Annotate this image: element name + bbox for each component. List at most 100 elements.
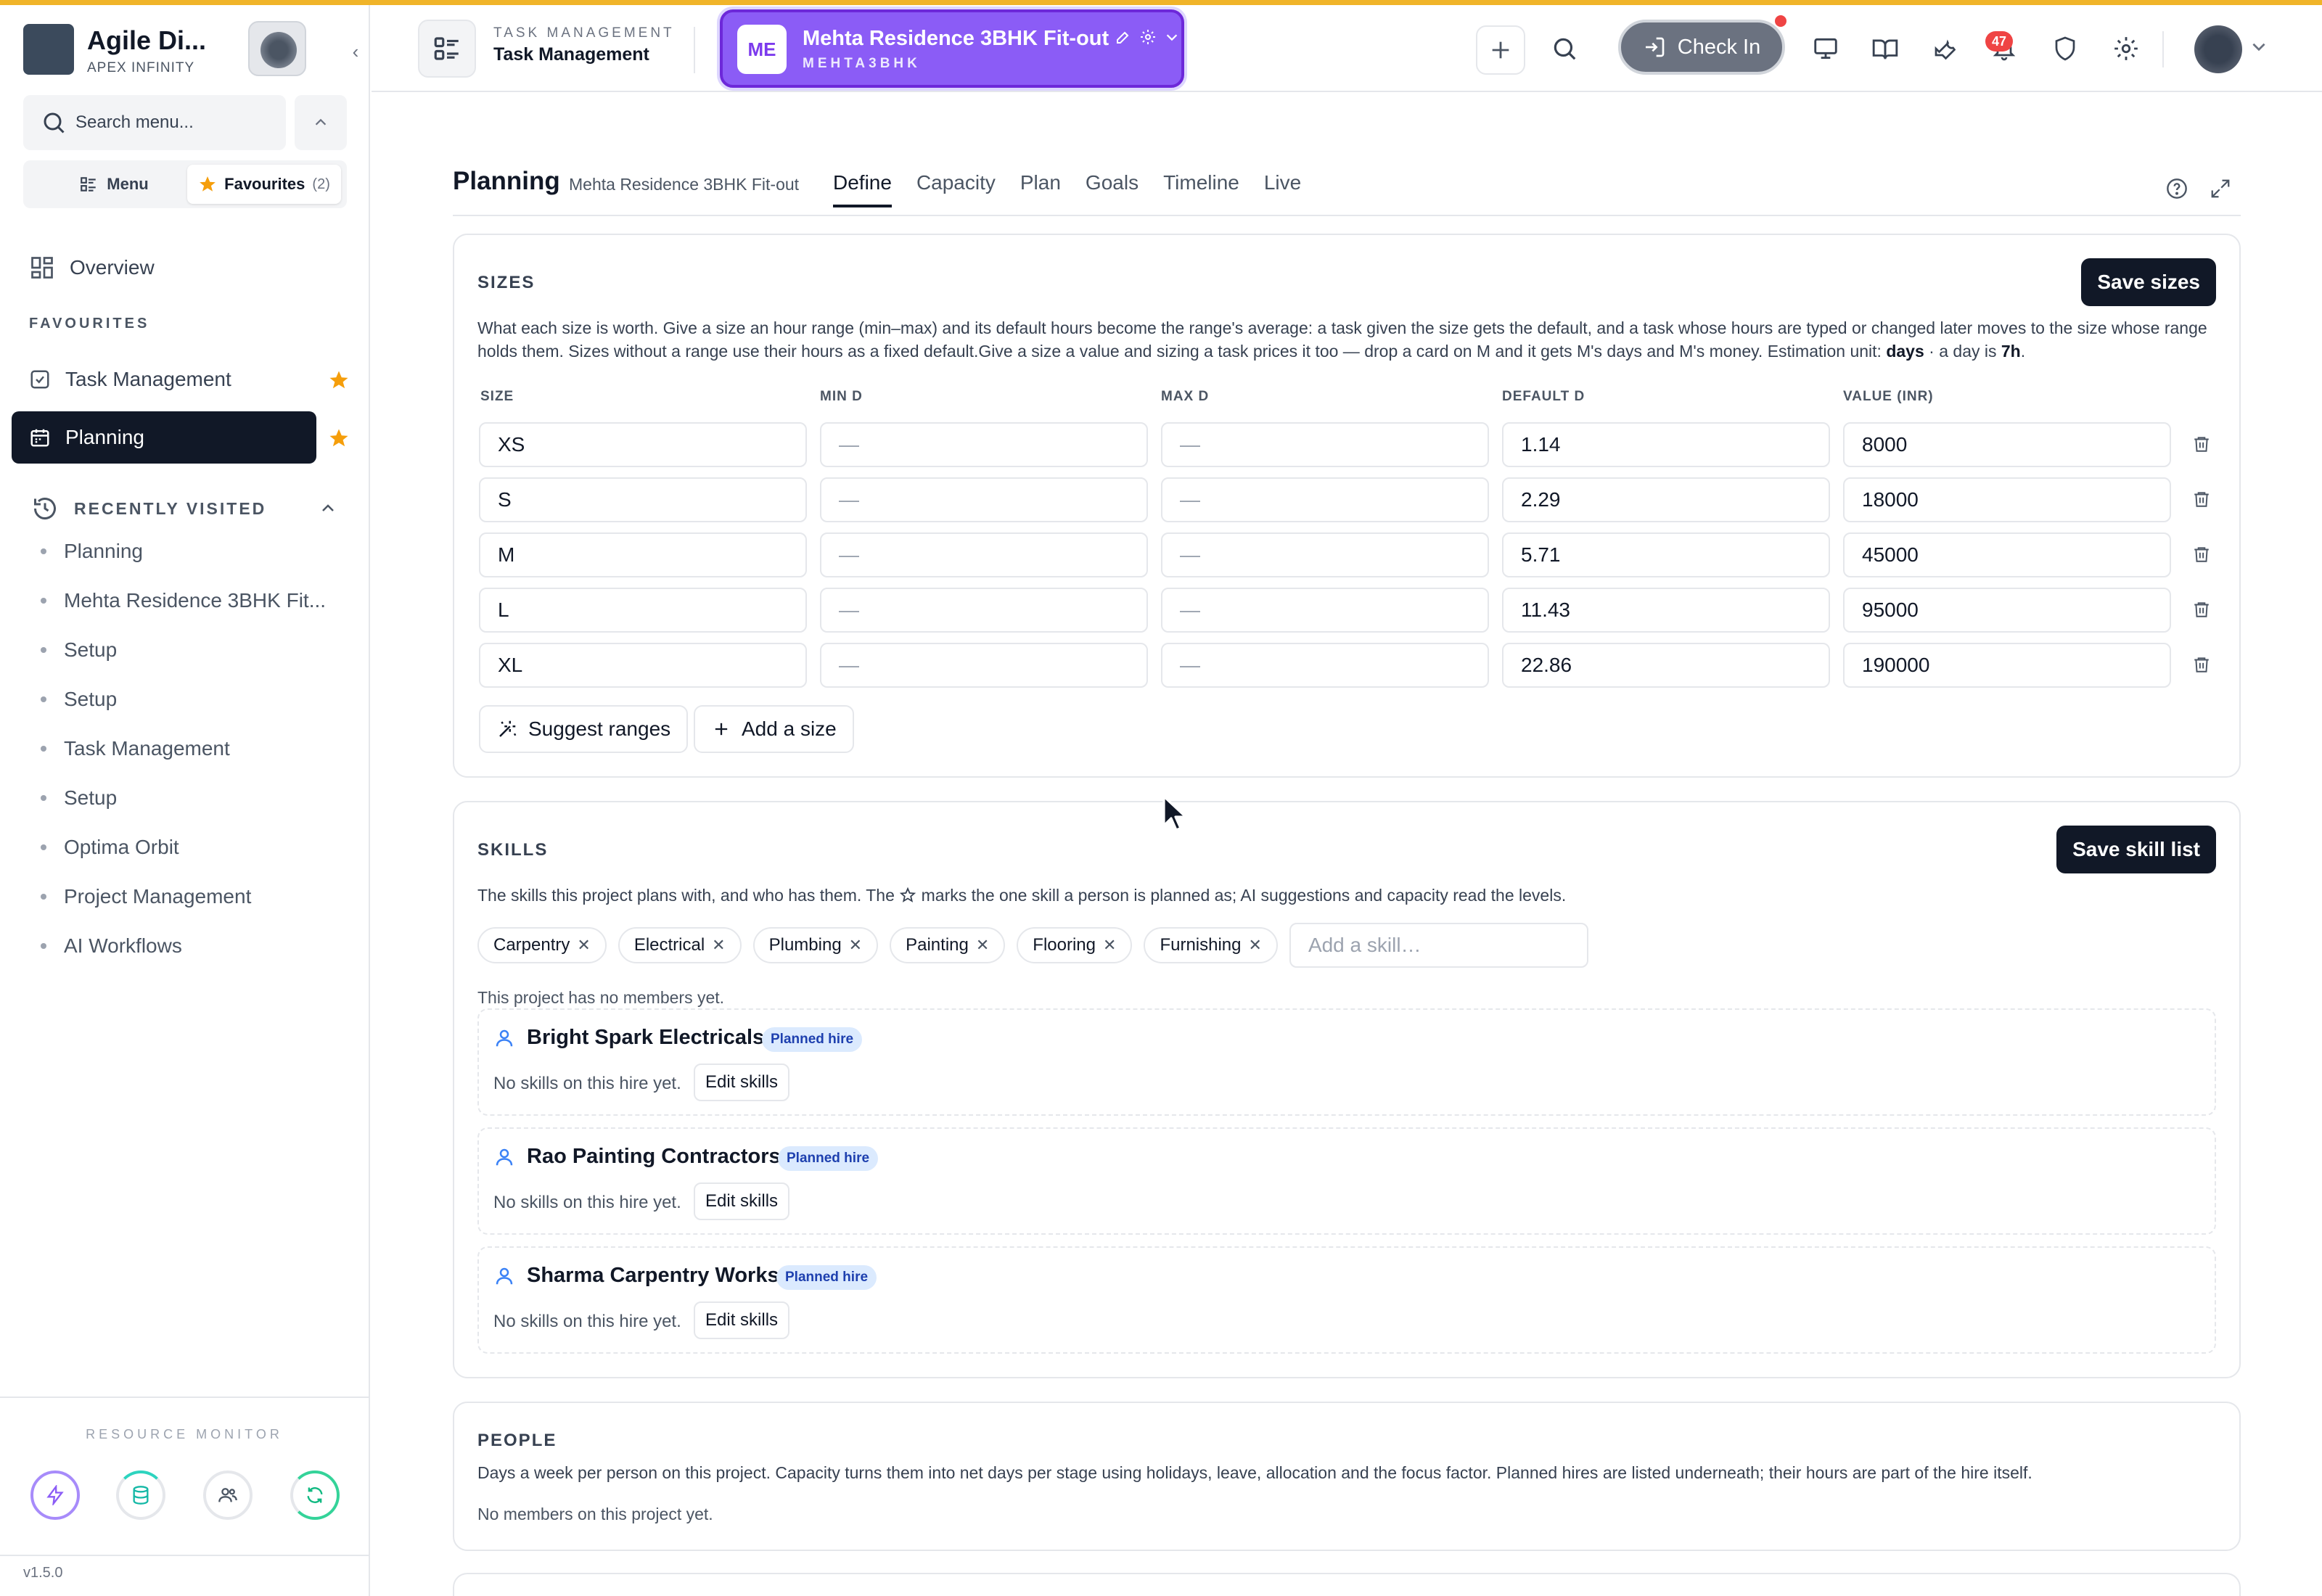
sidebar-item-task-management[interactable]: Task Management [12,353,316,406]
favourite-star-icon[interactable] [328,427,350,449]
sidebar-search-input[interactable] [75,108,271,137]
recent-item[interactable]: Project Management [41,879,338,915]
size-value-input[interactable] [1843,532,2171,577]
tools-button[interactable] [1923,27,1966,70]
create-button[interactable] [1476,25,1525,75]
tab-live[interactable]: Live [1264,171,1301,207]
notification-count-badge: 47 [1985,31,2013,52]
save-skill-list-button[interactable]: Save skill list [2056,826,2216,873]
size-default-input[interactable] [1502,588,1830,633]
delete-size-button[interactable] [2187,485,2216,514]
delete-size-button[interactable] [2187,595,2216,624]
size-default-input[interactable] [1502,532,1830,577]
size-value-input[interactable] [1843,643,2171,688]
edit-skills-button[interactable]: Edit skills [694,1064,790,1101]
edit-skills-button[interactable]: Edit skills [694,1182,790,1220]
app-switcher-button[interactable] [418,20,476,78]
remove-skill-icon[interactable]: ✕ [577,936,590,955]
recent-item[interactable]: Planning [41,533,338,569]
chevron-down-icon[interactable] [1164,29,1180,45]
size-name-input[interactable] [479,422,807,467]
size-min-input[interactable] [820,643,1148,688]
user-avatar[interactable] [2194,25,2242,73]
recent-item[interactable]: Optima Orbit [41,829,338,865]
tab-goals[interactable]: Goals [1086,171,1139,207]
tab-menu[interactable]: Menu [29,165,199,204]
tab-favourites[interactable]: Favourites (2) [187,165,341,204]
user-menu-chevron[interactable] [2249,37,2268,61]
recent-item[interactable]: Setup [41,780,338,816]
brand[interactable]: Agile Di... APEX INFINITY ‹ [23,21,358,79]
tab-define[interactable]: Define [833,171,892,207]
sync-monitor[interactable] [290,1470,340,1520]
workspace-avatar[interactable] [248,21,306,76]
collapse-sidebar-button[interactable]: ‹ [342,38,369,65]
check-in-button[interactable]: Check In [1618,20,1785,75]
no-members-text: No members on this project yet. [477,1505,713,1523]
edit-skills-button[interactable]: Edit skills [694,1301,790,1339]
favourite-star-icon[interactable] [328,369,350,391]
size-value-input[interactable] [1843,422,2171,467]
size-max-input[interactable] [1161,532,1489,577]
refresh-icon [307,1487,323,1503]
skill-chip: Electrical ✕ [618,927,742,963]
recent-item[interactable]: AI Workflows [41,928,338,964]
size-min-input[interactable] [820,422,1148,467]
expand-button[interactable] [2206,174,2235,203]
sidebar-item-planning[interactable]: Planning [12,411,316,464]
size-max-input[interactable] [1161,643,1489,688]
docs-button[interactable] [1863,27,1907,70]
size-name-input[interactable] [479,532,807,577]
cpu-monitor[interactable] [30,1470,80,1520]
add-size-button[interactable]: Add a size [694,705,854,753]
security-button[interactable] [2043,27,2087,70]
remove-skill-icon[interactable]: ✕ [712,936,725,955]
remove-skill-icon[interactable]: ✕ [1249,936,1262,955]
book-open-icon [1872,39,1898,59]
size-value-input[interactable] [1843,477,2171,522]
search-collapse-button[interactable] [295,95,347,150]
add-skill-input[interactable] [1289,923,1588,968]
database-monitor[interactable] [116,1470,165,1520]
delete-size-button[interactable] [2187,429,2216,458]
recent-item[interactable]: Mehta Residence 3BHK Fit... [41,583,338,619]
size-max-input[interactable] [1161,422,1489,467]
size-default-input[interactable] [1502,643,1830,688]
size-name-input[interactable] [479,477,807,522]
sidebar: Agile Di... APEX INFINITY ‹ Menu Favouri… [0,5,370,1596]
size-max-input[interactable] [1161,477,1489,522]
tab-timeline[interactable]: Timeline [1163,171,1239,207]
help-button[interactable] [2162,174,2191,203]
edit-icon[interactable] [1115,28,1132,46]
monitor-button[interactable] [1804,27,1847,70]
recently-visited-header[interactable]: RECENTLY VISITED [32,488,337,529]
save-sizes-button[interactable]: Save sizes [2081,258,2216,306]
remove-skill-icon[interactable]: ✕ [976,936,989,955]
sidebar-item-overview[interactable]: Overview [12,242,316,294]
recent-item[interactable]: Setup [41,681,338,717]
size-max-input[interactable] [1161,588,1489,633]
remove-skill-icon[interactable]: ✕ [1103,936,1116,955]
size-min-input[interactable] [820,532,1148,577]
suggest-ranges-button[interactable]: Suggest ranges [479,705,689,753]
size-min-input[interactable] [820,588,1148,633]
gear-icon[interactable] [1139,28,1157,46]
recent-item[interactable]: Setup [41,632,338,668]
size-name-input[interactable] [479,643,807,688]
search-button[interactable] [1543,27,1586,70]
delete-size-button[interactable] [2187,650,2216,679]
delete-size-button[interactable] [2187,540,2216,569]
size-default-input[interactable] [1502,422,1830,467]
size-default-input[interactable] [1502,477,1830,522]
project-switcher[interactable]: ME Mehta Residence 3BHK Fit-out MEHTA3BH… [720,9,1184,88]
users-monitor[interactable] [203,1470,253,1520]
size-min-input[interactable] [820,477,1148,522]
settings-button[interactable] [2104,27,2148,70]
tab-plan[interactable]: Plan [1020,171,1061,207]
sidebar-search[interactable] [23,95,286,150]
recent-item[interactable]: Task Management [41,731,338,767]
remove-skill-icon[interactable]: ✕ [849,936,862,955]
size-name-input[interactable] [479,588,807,633]
size-value-input[interactable] [1843,588,2171,633]
tab-capacity[interactable]: Capacity [916,171,996,207]
